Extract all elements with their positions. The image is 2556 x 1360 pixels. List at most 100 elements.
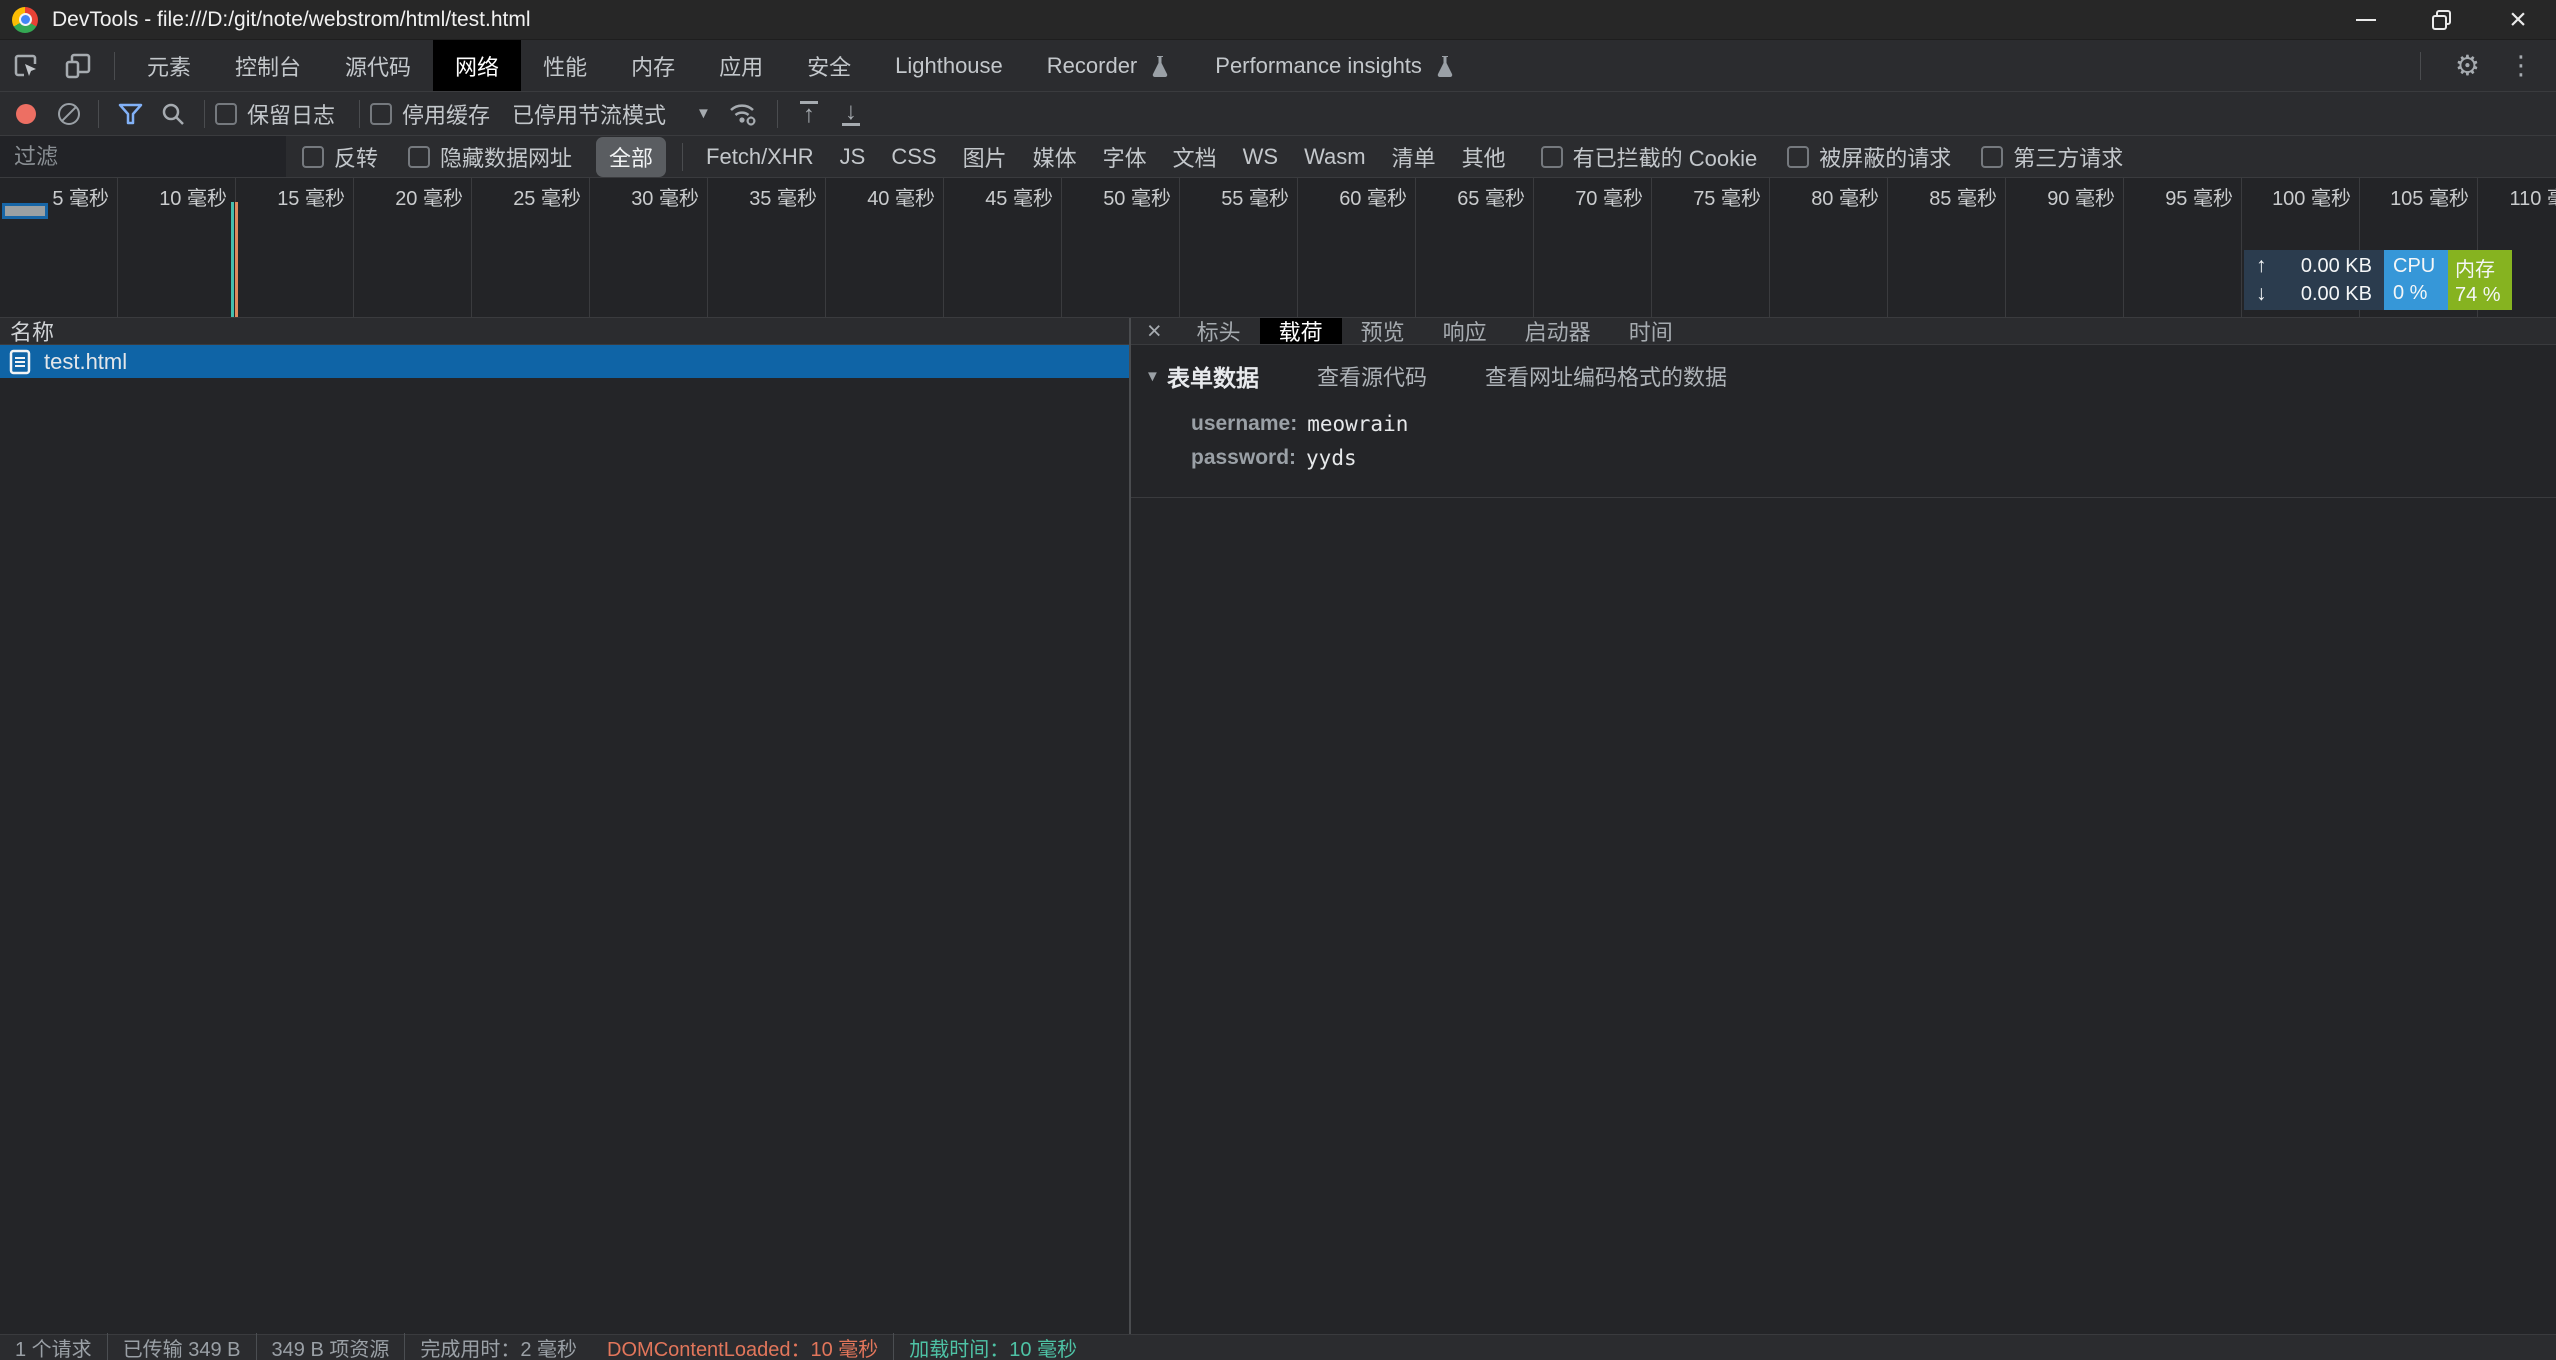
minimize-button[interactable] (2328, 0, 2404, 39)
detail-tabs-list: 标头载荷预览响应启动器时间 (1178, 318, 1692, 344)
invert-filter-checkbox[interactable] (302, 146, 324, 168)
request-row-test-html[interactable]: test.html (0, 345, 1129, 378)
view-source-link[interactable]: 查看源代码 (1317, 360, 1427, 392)
ruler-cell: 65 毫秒 (1416, 178, 1534, 317)
status-summary-item: 349 B 项资源 (257, 1333, 406, 1360)
disable-cache-checkbox[interactable] (370, 103, 392, 125)
ruler-tick-label: 45 毫秒 (985, 182, 1053, 211)
tab-label: 安全 (807, 50, 851, 82)
param-value: meowrain (1307, 412, 1408, 436)
tab-performance[interactable]: 性能 (521, 40, 609, 91)
detail-tab[interactable]: 响应 (1424, 318, 1506, 344)
request-type-filter[interactable]: Wasm (1291, 144, 1379, 170)
form-data-header: ▼ 表单数据 查看源代码 查看网址编码格式的数据 (1145, 359, 2556, 393)
window-title: DevTools - file:///D:/git/note/webstrom/… (52, 8, 531, 32)
status-summary-item: 1 个请求 (0, 1333, 108, 1360)
status-summary-item: 已传输 349 B (108, 1333, 257, 1360)
ruler-tick-label: 15 毫秒 (277, 182, 345, 211)
request-type-filter[interactable]: 其他 (1449, 141, 1519, 173)
ruler-tick-label: 20 毫秒 (395, 182, 463, 211)
transfer-stats: ↑ 0.00 KB ↓ 0.00 KB (2244, 250, 2384, 310)
settings-gear-icon[interactable]: ⚙ (2431, 49, 2504, 82)
request-type-all[interactable]: 全部 (596, 137, 666, 177)
detail-tab[interactable]: 载荷 (1260, 318, 1342, 344)
restore-button[interactable] (2404, 0, 2480, 39)
request-type-filter[interactable]: 清单 (1379, 141, 1449, 173)
blocked-cookies-checkbox[interactable] (1541, 146, 1563, 168)
devtools-window: DevTools - file:///D:/git/note/webstrom/… (0, 0, 2556, 1360)
request-type-filter[interactable]: 图片 (950, 141, 1020, 173)
ruler-cell: 85 毫秒 (1888, 178, 2006, 317)
ruler-tick-label: 30 毫秒 (631, 182, 699, 211)
request-type-filter[interactable]: 媒体 (1020, 141, 1090, 173)
ruler-tick-label: 5 毫秒 (52, 182, 109, 211)
request-overview-bar[interactable] (2, 203, 48, 219)
network-conditions-button[interactable] (727, 100, 759, 128)
tab-security[interactable]: 安全 (785, 40, 873, 91)
device-toolbar-button[interactable] (52, 40, 104, 91)
request-type-filter[interactable]: 字体 (1090, 141, 1160, 173)
request-type-filter[interactable]: 文档 (1160, 141, 1230, 173)
form-data-title[interactable]: 表单数据 (1167, 359, 1259, 393)
up-arrow-icon: ↑ (803, 104, 815, 126)
record-network-log-button[interactable] (16, 104, 36, 124)
blocked-requests-label: 被屏蔽的请求 (1819, 141, 1951, 173)
tab-memory[interactable]: 内存 (609, 40, 697, 91)
detail-tab[interactable]: 标头 (1178, 318, 1260, 344)
throttling-dropdown[interactable]: 已停用节流模式 ▼ (512, 98, 711, 130)
tab-recorder[interactable]: Recorder (1025, 40, 1193, 91)
form-data-param-row: password: yyds (1191, 441, 2556, 475)
network-status-bar: 1 个请求已传输 349 B349 B 项资源完成用时：2 毫秒 DOMCont… (0, 1334, 2556, 1360)
tab-elements[interactable]: 元素 (125, 40, 213, 91)
ruler-cell: 40 毫秒 (826, 178, 944, 317)
view-urlencoded-link[interactable]: 查看网址编码格式的数据 (1485, 360, 1727, 392)
clear-network-log-button[interactable] (58, 103, 80, 125)
request-type-filter[interactable]: CSS (878, 144, 949, 170)
tab-label: 源代码 (345, 50, 411, 82)
import-har-button[interactable]: ↑ (800, 101, 818, 126)
search-button[interactable] (160, 101, 186, 127)
filter-input[interactable] (0, 136, 286, 177)
detail-tab[interactable]: 预览 (1342, 318, 1424, 344)
third-party-checkbox[interactable] (1981, 146, 2003, 168)
disclosure-triangle-icon[interactable]: ▼ (1145, 368, 1167, 385)
ruler-cell: 45 毫秒 (944, 178, 1062, 317)
param-key: username: (1191, 412, 1297, 436)
request-type-filter[interactable]: WS (1230, 144, 1291, 170)
request-type-list: Fetch/XHRJSCSS图片媒体字体文档WSWasm清单其他 (693, 141, 1519, 173)
requests-table: 名称 test.html (0, 318, 1131, 1334)
detail-tab[interactable]: 时间 (1610, 318, 1692, 344)
wifi-gear-icon (727, 100, 759, 128)
tab-application[interactable]: 应用 (697, 40, 785, 91)
ruler-tick-label: 50 毫秒 (1103, 182, 1171, 211)
divider (204, 100, 205, 128)
inspect-element-button[interactable] (0, 40, 52, 91)
close-button[interactable]: × (2480, 0, 2556, 39)
request-type-filter[interactable]: JS (827, 144, 879, 170)
network-overview-timeline[interactable]: 5 毫秒10 毫秒15 毫秒20 毫秒25 毫秒30 毫秒35 毫秒40 毫秒4… (0, 178, 2556, 318)
third-party-label: 第三方请求 (2013, 141, 2123, 173)
blocked-requests-checkbox[interactable] (1787, 146, 1809, 168)
minimize-icon (2356, 19, 2376, 21)
detail-tab[interactable]: 启动器 (1506, 318, 1610, 344)
preserve-log-checkbox[interactable] (215, 103, 237, 125)
export-har-button[interactable]: ↓ (842, 101, 860, 126)
cpu-value: 0 % (2393, 282, 2427, 305)
filter-funnel-button[interactable] (117, 101, 144, 127)
tab-sources[interactable]: 源代码 (323, 40, 433, 91)
tab-performance-insights[interactable]: Performance insights (1193, 40, 1478, 91)
close-detail-button[interactable]: × (1131, 318, 1178, 344)
tab-label: 网络 (455, 50, 499, 82)
divider (682, 143, 683, 171)
requests-column-header[interactable]: 名称 (0, 318, 1129, 345)
request-type-filter[interactable]: Fetch/XHR (693, 144, 827, 170)
request-name: test.html (44, 349, 127, 375)
tab-network[interactable]: 网络 (433, 40, 521, 91)
hide-data-urls-checkbox[interactable] (408, 146, 430, 168)
tab-lighthouse[interactable]: Lighthouse (873, 40, 1025, 91)
ruler-tick-label: 10 毫秒 (159, 182, 227, 211)
more-options-kebab-icon[interactable]: ⋮ (2504, 50, 2556, 81)
tab-label: Lighthouse (895, 53, 1003, 79)
down-arrow-icon: ↓ (845, 101, 857, 123)
tab-console[interactable]: 控制台 (213, 40, 323, 91)
